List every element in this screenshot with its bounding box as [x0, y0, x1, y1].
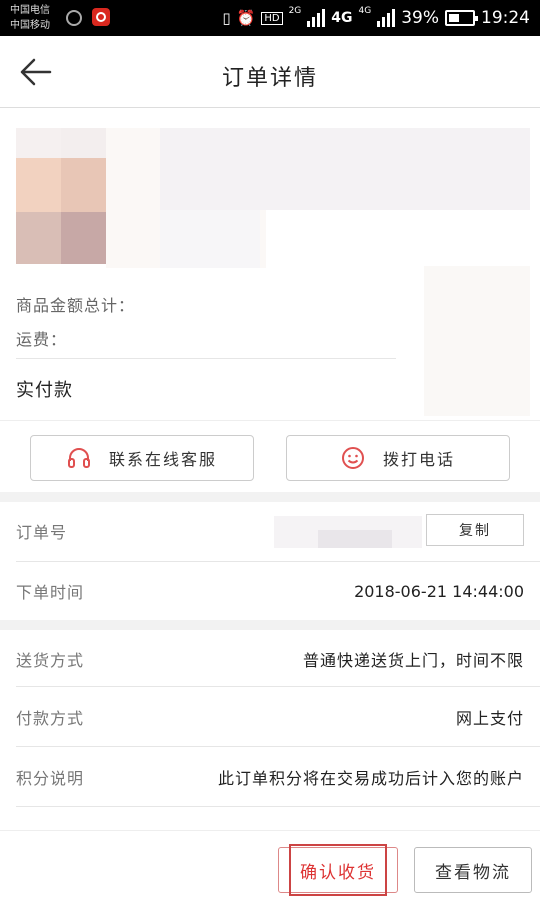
- confirm-receipt-button[interactable]: 确认收货: [278, 844, 398, 896]
- carrier-2: 中国移动: [10, 20, 50, 31]
- product-card: 商品金额总计： 运费： 实付款: [0, 108, 540, 420]
- page-title: 订单详情: [221, 66, 318, 91]
- signal-icon-2: [377, 9, 396, 27]
- online-service-label: 联系在线客服: [108, 450, 217, 469]
- payment-method-value: 网上支付: [455, 709, 524, 728]
- actual-paid-label: 实付款: [16, 380, 73, 401]
- highlight-box: [289, 844, 387, 896]
- order-number-label: 订单号: [16, 523, 68, 542]
- view-logistics-label: 查看物流: [435, 862, 511, 883]
- product-spec-blurred: [160, 210, 260, 268]
- payment-method-label: 付款方式: [16, 709, 85, 728]
- notification-app-icon: [92, 8, 110, 26]
- copy-button[interactable]: 复制: [426, 514, 524, 546]
- clock: 19:24: [481, 8, 530, 28]
- payment-method-row: 付款方式 网上支付: [16, 688, 524, 746]
- alarm-icon: ⏰: [236, 9, 256, 27]
- carrier-1: 中国电信: [10, 5, 50, 16]
- points-row: 积分说明 此订单积分将在交易成功后计入您的账户: [16, 748, 524, 806]
- shipping-label: 运费：: [16, 330, 68, 349]
- call-phone-button[interactable]: 拨打电话: [286, 435, 510, 481]
- product-image[interactable]: [16, 128, 106, 264]
- price-values-blurred: [424, 266, 530, 416]
- order-number-blurred: [274, 516, 422, 548]
- page-header: 订单详情: [0, 36, 540, 108]
- row-divider: [16, 746, 540, 747]
- battery-percent: 39%: [401, 8, 439, 28]
- view-logistics-button[interactable]: 查看物流: [414, 847, 532, 893]
- divider: [16, 358, 396, 359]
- wifi-icon: [66, 10, 82, 26]
- delivery-method-row: 送货方式 普通快递送货上门，时间不限: [16, 630, 524, 688]
- row-divider: [16, 686, 540, 687]
- product-info-blurred: [160, 128, 530, 210]
- online-service-button[interactable]: 联系在线客服: [30, 435, 254, 481]
- status-right: ▯ ⏰ HD 2G 4G 4G 39% 19:24: [222, 0, 530, 36]
- delivery-method-label: 送货方式: [16, 651, 85, 670]
- network-type-2: 4G: [331, 10, 353, 26]
- headset-icon: [67, 448, 90, 468]
- contact-row: 联系在线客服 拨打电话: [0, 420, 540, 492]
- order-time-label: 下单时间: [16, 583, 85, 602]
- points-value: 此订单积分将在交易成功后计入您的账户: [217, 769, 524, 788]
- points-label: 积分说明: [16, 769, 85, 788]
- delivery-method-value: 普通快递送货上门，时间不限: [302, 651, 524, 670]
- call-phone-label: 拨打电话: [382, 450, 455, 469]
- order-time-value: 2018-06-21 14:44:00: [354, 581, 524, 601]
- vibrate-icon: ▯: [222, 9, 231, 27]
- goods-total-label: 商品金额总计：: [16, 296, 136, 315]
- signal-icon-1: [307, 9, 326, 27]
- network-type-3: 4G: [358, 6, 372, 16]
- network-type-1: 2G: [288, 6, 302, 16]
- carrier-info: 中国电信 中国移动: [10, 3, 50, 33]
- order-info-section: 订单号 复制 下单时间 2018-06-21 14:44:00: [0, 502, 540, 620]
- battery-icon: [445, 10, 478, 26]
- delivery-section: 送货方式 普通快递送货上门，时间不限 付款方式 网上支付 积分说明 此订单积分将…: [0, 630, 540, 840]
- order-time-row: 下单时间 2018-06-21 14:44:00: [16, 562, 524, 620]
- hd-badge: HD: [261, 11, 283, 25]
- bottom-action-bar: 确认收货 查看物流: [0, 830, 540, 900]
- status-bar: 中国电信 中国移动 ▯ ⏰ HD 2G 4G 4G 39% 19:24: [0, 0, 540, 36]
- smiley-icon: [341, 447, 364, 469]
- row-divider: [16, 806, 540, 807]
